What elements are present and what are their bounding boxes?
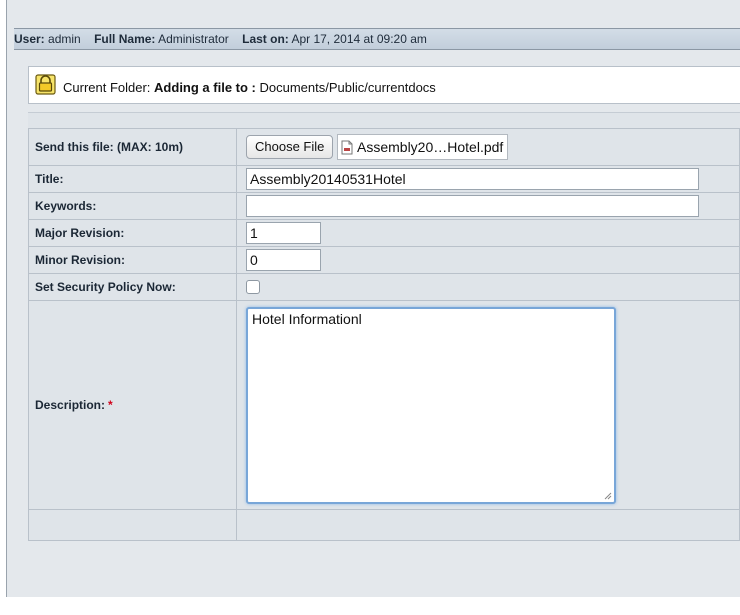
fullname-label: Full Name:	[94, 32, 156, 46]
last-on-label: Last on:	[242, 32, 289, 46]
choose-file-button[interactable]: Choose File	[246, 135, 334, 159]
major-revision-input[interactable]	[246, 222, 321, 244]
fullname-value: Administrator	[158, 32, 229, 46]
lock-icon	[35, 73, 56, 95]
title-label: Title:	[28, 165, 237, 193]
form-row-minor-revision: Minor Revision:	[28, 246, 740, 274]
form-row-empty	[28, 509, 740, 541]
selected-file-name: Assembly20…Hotel.pdf	[357, 139, 504, 155]
form-row-description: Description: * Hotel Informationl	[28, 300, 740, 510]
pdf-file-icon	[341, 140, 353, 154]
description-textarea[interactable]: Hotel Informationl	[246, 306, 616, 504]
spacer-row	[28, 112, 740, 129]
description-label: Description:	[35, 398, 106, 412]
minor-revision-label: Minor Revision:	[28, 246, 237, 274]
folder-adding-label: Adding a file to :	[154, 80, 256, 95]
form-row-security-policy: Set Security Policy Now:	[28, 273, 740, 301]
user-label: User:	[14, 32, 45, 46]
send-file-field: Choose File Assembly20…Hotel.pdf	[236, 128, 740, 166]
send-file-label: Send this file: (MAX: 10m)	[28, 128, 237, 166]
user-value: admin	[48, 32, 81, 46]
description-label-cell: Description: *	[28, 300, 237, 510]
form-row-send-file: Send this file: (MAX: 10m) Choose File A…	[28, 128, 740, 166]
empty-field-cell	[236, 509, 740, 541]
folder-prefix: Current Folder:	[63, 80, 151, 95]
minor-revision-input[interactable]	[246, 249, 321, 271]
current-folder-bar: Current Folder: Adding a file to : Docum…	[28, 66, 740, 104]
security-policy-checkbox[interactable]	[246, 280, 260, 294]
form-row-title: Title:	[28, 165, 740, 193]
last-on-value: Apr 17, 2014 at 09:20 am	[291, 32, 427, 46]
bottom-strip	[6, 597, 740, 615]
upload-form-table: Send this file: (MAX: 10m) Choose File A…	[28, 128, 740, 541]
description-text: Hotel Informationl	[252, 310, 362, 327]
form-row-keywords: Keywords:	[28, 192, 740, 220]
resize-grip-icon[interactable]	[604, 492, 612, 500]
empty-label-cell	[28, 509, 237, 541]
keywords-input[interactable]	[246, 195, 699, 217]
major-revision-label: Major Revision:	[28, 219, 237, 247]
keywords-label: Keywords:	[28, 192, 237, 220]
form-row-major-revision: Major Revision:	[28, 219, 740, 247]
required-marker: *	[108, 398, 113, 412]
folder-path: Documents/Public/currentdocs	[259, 80, 436, 95]
title-input[interactable]	[246, 168, 699, 190]
user-info-bar: User: admin Full Name: Administrator Las…	[14, 28, 740, 50]
security-policy-label: Set Security Policy Now:	[28, 273, 237, 301]
folder-path-text: Current Folder: Adding a file to : Docum…	[63, 70, 436, 106]
selected-file: Assembly20…Hotel.pdf	[337, 134, 509, 160]
